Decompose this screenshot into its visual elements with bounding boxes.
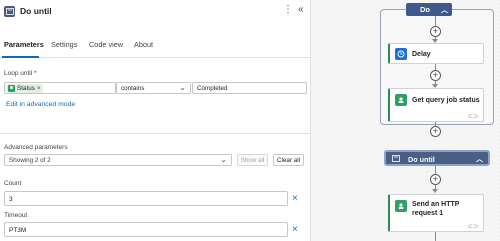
link-icon: ⊂⊃ (467, 114, 478, 120)
advanced-parameters-value: Showing 2 of 2 (9, 157, 51, 164)
advanced-parameters-label: Advanced parameters (4, 144, 68, 151)
add-action-button[interactable]: + (430, 70, 441, 81)
arrow-icon (432, 189, 438, 193)
add-action-button[interactable]: + (430, 126, 441, 137)
loop-until-value-input[interactable]: Completed (192, 82, 307, 94)
edit-advanced-mode-link[interactable]: Edit in advanced mode (6, 101, 75, 108)
divider (0, 133, 311, 134)
chevron-up-icon[interactable]: ︿ (441, 5, 448, 15)
tab-code-view[interactable]: Code view (89, 40, 123, 49)
tab-settings[interactable]: Settings (51, 40, 77, 49)
timeout-label: Timeout (4, 212, 28, 219)
advanced-parameters-dropdown[interactable]: Showing 2 of 2 ⌄ (4, 154, 232, 166)
operator-value: contains (121, 85, 145, 92)
remove-count-button[interactable]: × (292, 193, 298, 204)
tab-about[interactable]: About (134, 40, 153, 49)
count-label: Count (4, 180, 22, 187)
add-action-button[interactable]: + (430, 174, 441, 185)
do-until-block[interactable]: Do until ︿ (384, 150, 490, 166)
add-action-button[interactable]: + (430, 26, 441, 37)
connector-line (435, 166, 436, 174)
count-value: 3 (9, 196, 13, 203)
clock-icon (395, 48, 407, 60)
chevron-down-icon: ⌄ (179, 83, 186, 92)
remove-timeout-button[interactable]: × (292, 224, 298, 235)
collapse-panel-button[interactable]: « (298, 4, 304, 15)
loop-until-value: Completed (197, 85, 228, 92)
show-all-button[interactable]: Show all (237, 154, 268, 166)
panel-header: Do until ⋮ « (0, 0, 311, 24)
loop-icon (4, 6, 15, 17)
tab-bar: Parameters Settings Code view About (0, 38, 311, 58)
connector-icon (395, 94, 407, 106)
more-options-button[interactable]: ⋮ (283, 4, 293, 15)
loop-icon (392, 155, 400, 164)
loop-until-left-operand[interactable]: Status × (4, 82, 116, 94)
status-token[interactable]: Status × (7, 84, 43, 93)
action-card-title: Get query job status (412, 97, 480, 104)
tab-parameters[interactable]: Parameters (4, 40, 44, 49)
timeout-value: PT3M (9, 227, 27, 234)
connector-line (435, 232, 436, 241)
timeout-input[interactable]: PT3M (4, 222, 288, 237)
chevron-up-icon[interactable]: ︿ (476, 154, 483, 164)
action-card-title: Delay (412, 51, 431, 58)
do-scope-header[interactable]: Do ︿ (406, 3, 452, 16)
connector-line (435, 16, 436, 26)
panel-title: Do until (20, 6, 52, 16)
do-scope-label: Do (420, 5, 430, 14)
action-card-get-query-job-status[interactable]: Get query job status ⊂⊃ (388, 88, 484, 122)
loop-until-label: Loop until * (4, 70, 37, 77)
clear-all-button[interactable]: Clear all (273, 154, 304, 166)
properties-panel: Do until ⋮ « Parameters Settings Code vi… (0, 0, 311, 241)
operator-dropdown[interactable]: contains ⌄ (116, 82, 191, 94)
connector-icon (395, 200, 407, 212)
remove-token-icon[interactable]: × (37, 85, 41, 92)
do-until-label: Do until (408, 155, 435, 164)
count-input[interactable]: 3 (4, 191, 288, 206)
action-card-delay[interactable]: Delay (388, 43, 484, 64)
active-tab-indicator (2, 56, 39, 58)
chevron-down-icon: ⌄ (220, 155, 227, 164)
status-token-label: Status (17, 85, 35, 92)
action-card-send-http-request[interactable]: Send an HTTP request 1 ⊂⊃ (388, 194, 484, 232)
link-icon: ⊂⊃ (467, 224, 478, 230)
action-card-title: Send an HTTP request 1 (412, 201, 460, 217)
connector-icon (8, 85, 15, 92)
